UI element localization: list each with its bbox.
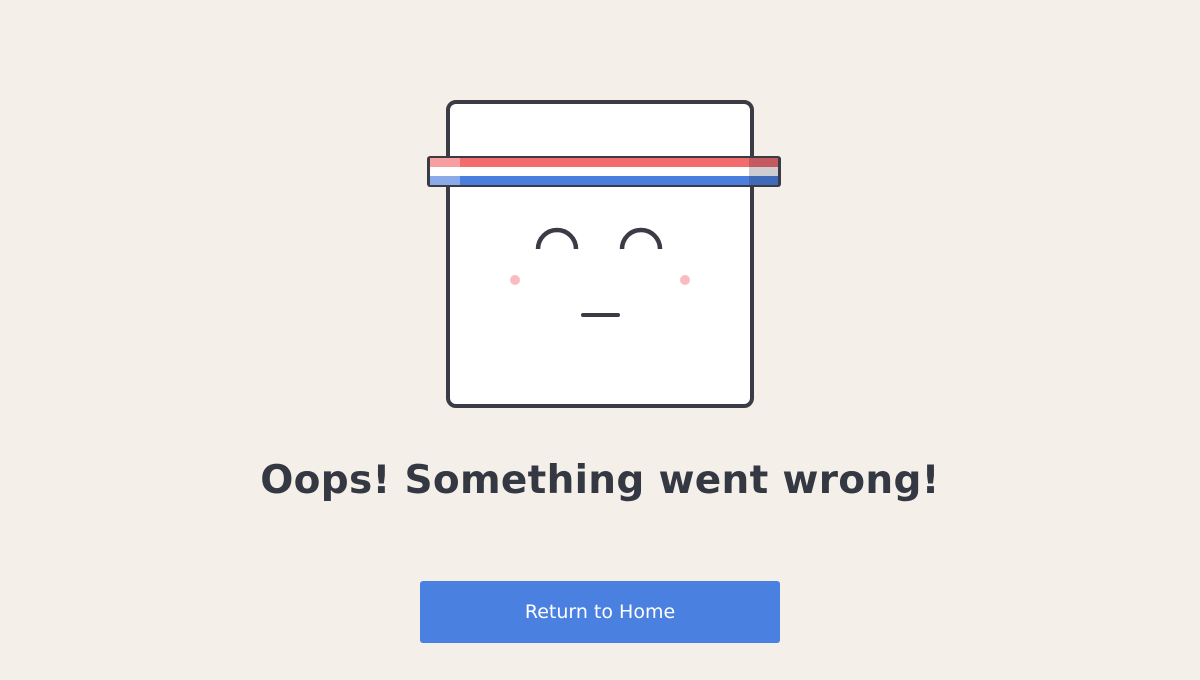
mascot-box [446, 100, 754, 408]
error-title: Oops! Something went wrong! [260, 458, 940, 503]
mascot-left-cheek [510, 275, 520, 285]
error-page: Oops! Something went wrong! Return to Ho… [0, 0, 1200, 680]
mascot-headband [427, 156, 781, 187]
return-home-button[interactable]: Return to Home [420, 581, 780, 643]
mascot-right-cheek [680, 275, 690, 285]
sweatband-box-face-icon [427, 100, 781, 408]
